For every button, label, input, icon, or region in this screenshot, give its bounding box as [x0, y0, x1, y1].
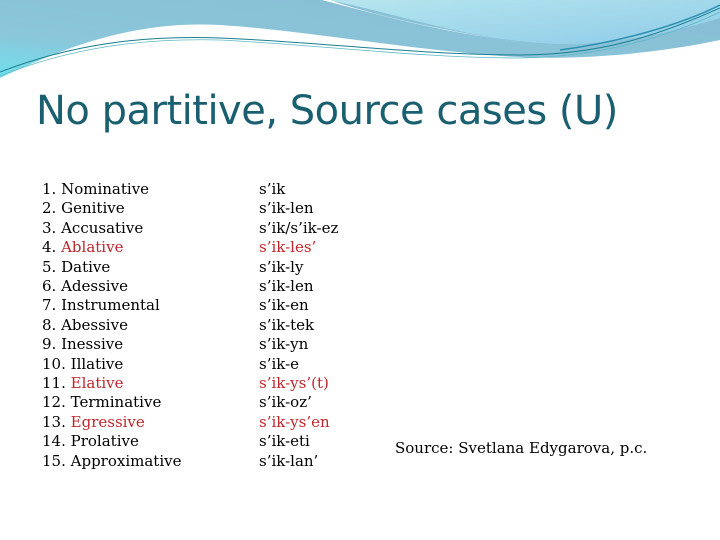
case-name: Accusative: [61, 218, 144, 237]
case-name: Illative: [70, 354, 124, 373]
case-list-item: 11. Elative: [42, 374, 181, 393]
case-name: Instrumental: [61, 296, 160, 315]
case-name: Egressive: [70, 412, 145, 431]
case-form: s’ik-ys’(t): [259, 374, 329, 393]
case-number: 8.: [42, 315, 57, 334]
source-citation: Source: Svetlana Edygarova, p.c.: [395, 439, 648, 457]
case-form-list: s’ik s’ik-len s’ik/s’ik-ez s’ik-les’ s’ik-ly…: [259, 180, 338, 471]
case-name: Adessive: [61, 277, 128, 296]
case-list-item: 10. Illative: [42, 355, 181, 374]
case-list: 1. Nominative 2. Genitive 3. Accusative 4. …: [42, 180, 181, 471]
case-list-item: 6. Adessive: [42, 277, 181, 296]
case-list-item: 8. Abessive: [42, 316, 181, 335]
case-list-item: 13. Egressive: [42, 413, 181, 432]
case-form: s’ik-yn: [259, 335, 309, 354]
slide-title: No partitive, Source cases (U): [36, 88, 618, 134]
case-number: 7.: [42, 296, 57, 315]
case-list-item: 3. Accusative: [42, 219, 181, 238]
case-list-item: 2. Genitive: [42, 199, 181, 218]
case-form: s’ik-len: [259, 277, 314, 296]
case-number: 6.: [42, 277, 57, 296]
case-form: s’ik: [259, 180, 286, 198]
case-form: s’ik-len: [259, 199, 314, 218]
case-list-item: 15. Approximative: [42, 452, 181, 471]
case-form: s’ik-oz’: [259, 393, 312, 412]
case-form: s’ik-eti: [259, 432, 310, 451]
case-name: Nominative: [61, 180, 150, 198]
case-number: 2.: [42, 199, 57, 218]
case-form: s’ik-les’: [259, 238, 317, 257]
case-list-item: 12. Terminative: [42, 393, 181, 412]
case-form: s’ik/s’ik-ez: [259, 218, 339, 237]
case-number: 9.: [42, 335, 57, 354]
case-name: Prolative: [70, 432, 139, 451]
case-number: 1.: [42, 180, 57, 198]
decorative-wave-banner: [0, 0, 720, 78]
case-number: 12.: [42, 393, 66, 412]
case-list-item: 9. Inessive: [42, 335, 181, 354]
case-number: 10.: [42, 354, 66, 373]
case-list-item: 7. Instrumental: [42, 296, 181, 315]
case-form: s’ik-ys’en: [259, 412, 330, 431]
case-number: 13.: [42, 412, 66, 431]
case-name: Inessive: [61, 335, 124, 354]
case-form: s’ik-en: [259, 296, 309, 315]
case-number: 3.: [42, 218, 57, 237]
case-number: 15.: [42, 451, 66, 470]
case-name: Ablative: [61, 238, 124, 257]
case-list-item: 5. Dative: [42, 258, 181, 277]
case-name: Terminative: [70, 393, 162, 412]
case-name: Elative: [70, 374, 124, 393]
case-form: s’ik-ly: [259, 257, 304, 276]
case-list-item: 14. Prolative: [42, 432, 181, 451]
case-name: Genitive: [61, 199, 125, 218]
case-number: 5.: [42, 257, 57, 276]
case-number: 11.: [42, 374, 66, 393]
case-name: Abessive: [61, 315, 128, 334]
case-form: s’ik-tek: [259, 315, 315, 334]
case-number: 14.: [42, 432, 66, 451]
case-name: Dative: [61, 257, 111, 276]
case-name: Approximative: [70, 451, 182, 470]
case-form: s’ik-e: [259, 354, 300, 373]
case-form: s’ik-lan’: [259, 451, 319, 470]
case-list-item: 1. Nominative: [42, 180, 181, 199]
case-list-item: 4. Ablative: [42, 238, 181, 257]
case-number: 4.: [42, 238, 57, 257]
